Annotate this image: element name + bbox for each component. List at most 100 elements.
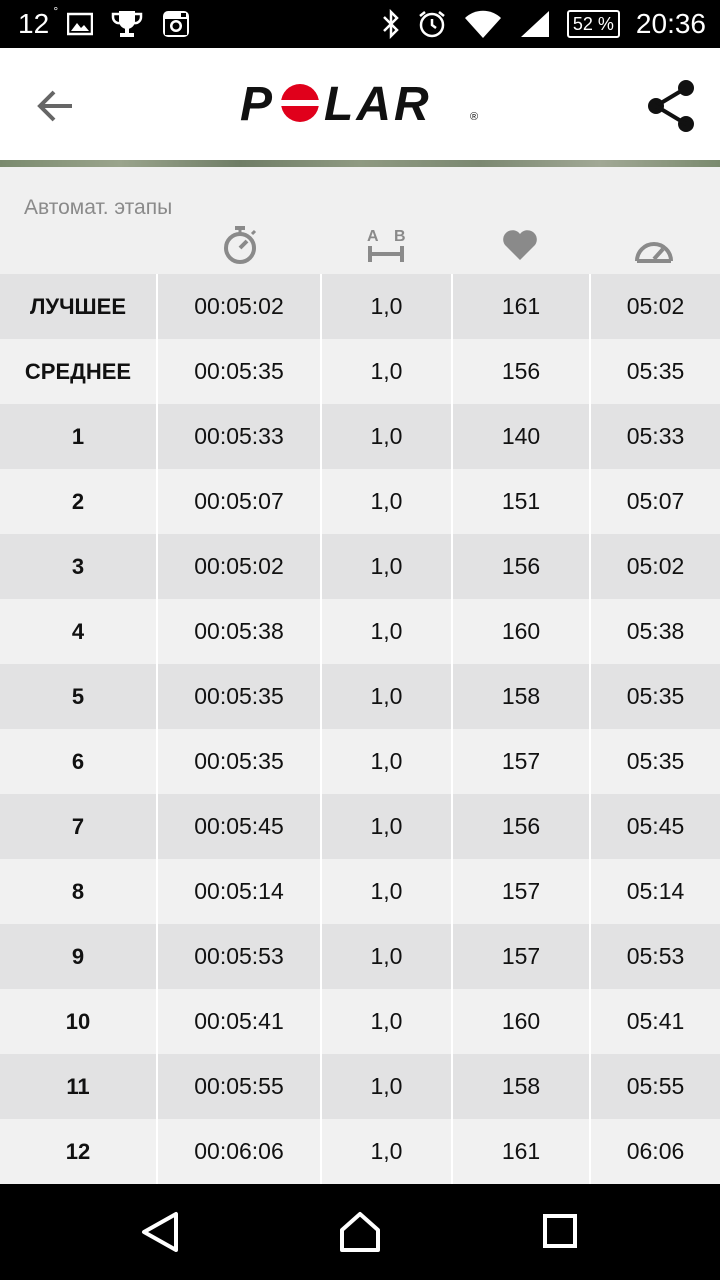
lap-label: 12 [0,1119,158,1184]
lap-heart-rate: 160 [453,599,591,664]
lap-heart-rate: 140 [453,404,591,469]
lap-distance: 1,0 [322,1119,453,1184]
svg-text:P: P [240,78,274,128]
lap-pace: 05:38 [626,618,685,644]
lap-label: 5 [0,664,158,729]
lap-distance: 1,0 [322,339,453,404]
table-row: 10 00:05:41 1,0 160 05:41 [0,989,720,1054]
lap-duration: 00:05:35 [158,729,322,794]
lap-label: СРЕДНЕЕ [0,339,158,404]
lap-label: 8 [0,859,158,924]
lap-label: 4 [0,599,158,664]
lap-pace: 05:53 [626,943,685,969]
table-row: 4 00:05:38 1,0 160 05:38 [0,599,720,664]
lap-duration: 00:05:38 [158,599,322,664]
lap-heart-rate: 156 [453,534,591,599]
table-row: 2 00:05:07 1,0 151 05:07 [0,469,720,534]
battery-icon: 52 % [566,10,620,38]
table-row: 9 00:05:53 1,0 157 05:53 [0,924,720,989]
table-row: 11 00:05:55 1,0 158 05:55 [0,1054,720,1119]
lap-heart-rate: 158 [453,1054,591,1119]
lap-distance: 1,0 [322,469,453,534]
nav-back-icon[interactable] [132,1204,188,1260]
wifi-icon [464,10,501,38]
share-icon[interactable] [644,78,700,134]
trophy-icon [111,11,143,37]
lap-pace: 05:55 [626,1073,685,1099]
lap-distance: 1,0 [322,989,453,1054]
lap-heart-rate: 156 [453,794,591,859]
lap-distance: 1,0 [322,404,453,469]
stopwatch-icon [224,226,257,264]
alarm-icon [419,11,445,38]
lap-label: 9 [0,924,158,989]
lap-pace: 05:33 [626,423,685,449]
app-bar: P LAR ® [0,48,720,160]
lap-heart-rate: 161 [453,274,591,339]
bluetooth-icon [383,9,399,39]
lap-heart-rate: 157 [453,729,591,794]
table-row: 6 00:05:35 1,0 157 05:35 [0,729,720,794]
svg-text:LAR: LAR [324,78,432,128]
lap-duration: 00:05:33 [158,404,322,469]
lap-pace: 05:41 [626,1008,685,1034]
table-row: СРЕДНЕЕ 00:05:35 1,0 156 05:35 [0,339,720,404]
lap-label: 6 [0,729,158,794]
table-row: 12 00:06:06 1,0 161 06:06 [0,1119,720,1184]
battery-level: 52 % [572,14,614,34]
svg-text:B: B [394,228,406,245]
table-row: 3 00:05:02 1,0 156 05:02 [0,534,720,599]
svg-text:®: ® [470,111,478,123]
nav-recents-icon[interactable] [532,1204,588,1260]
lap-heart-rate: 156 [453,339,591,404]
lap-pace: 05:07 [626,488,685,514]
lap-pace: 05:35 [626,748,685,774]
lap-distance: 1,0 [322,274,453,339]
lap-distance: 1,0 [322,859,453,924]
map-preview-strip [0,160,720,167]
heart-icon [503,230,537,260]
lap-distance: 1,0 [322,534,453,599]
lap-pace: 05:14 [626,878,685,904]
status-bar: 12 ° 52 % 20:36 [0,0,720,48]
table-row: 8 00:05:14 1,0 157 05:14 [0,859,720,924]
temperature-value: 12 [18,8,50,39]
polar-logo: P LAR ® [240,78,478,128]
lap-label: 2 [0,469,158,534]
back-arrow-icon[interactable] [34,84,78,128]
lap-duration: 00:05:14 [158,859,322,924]
lap-duration: 00:05:35 [158,339,322,404]
table-row: 5 00:05:35 1,0 158 05:35 [0,664,720,729]
lap-heart-rate: 160 [453,989,591,1054]
lap-distance: 1,0 [322,794,453,859]
distance-ab-icon: A B [367,228,406,262]
weather-temperature: 12 ° [18,4,58,40]
lap-pace: 05:35 [626,358,685,384]
section-title: Автомат. этапы [24,196,173,219]
navigation-bar [0,1184,720,1280]
lap-duration: 00:05:35 [158,664,322,729]
lap-pace: 05:02 [626,553,685,579]
svg-text:A: A [367,228,379,245]
lap-duration: 00:05:02 [158,274,322,339]
instagram-icon [163,11,190,37]
lap-heart-rate: 151 [453,469,591,534]
speedometer-icon [635,242,673,263]
lap-heart-rate: 161 [453,1119,591,1184]
lap-duration: 00:05:55 [158,1054,322,1119]
lap-label: 11 [0,1054,158,1119]
clock: 20:36 [635,8,706,39]
lap-duration: 00:05:53 [158,924,322,989]
lap-label: 7 [0,794,158,859]
lap-duration: 00:05:07 [158,469,322,534]
lap-distance: 1,0 [322,599,453,664]
lap-pace: 05:35 [626,683,685,709]
lap-distance: 1,0 [322,664,453,729]
lap-label: 10 [0,989,158,1054]
lap-pace: 06:06 [626,1138,685,1164]
nav-home-icon[interactable] [332,1204,388,1260]
lap-distance: 1,0 [322,729,453,794]
lap-duration: 00:05:41 [158,989,322,1054]
lap-pace: 05:45 [626,813,685,839]
signal-icon [520,11,549,37]
